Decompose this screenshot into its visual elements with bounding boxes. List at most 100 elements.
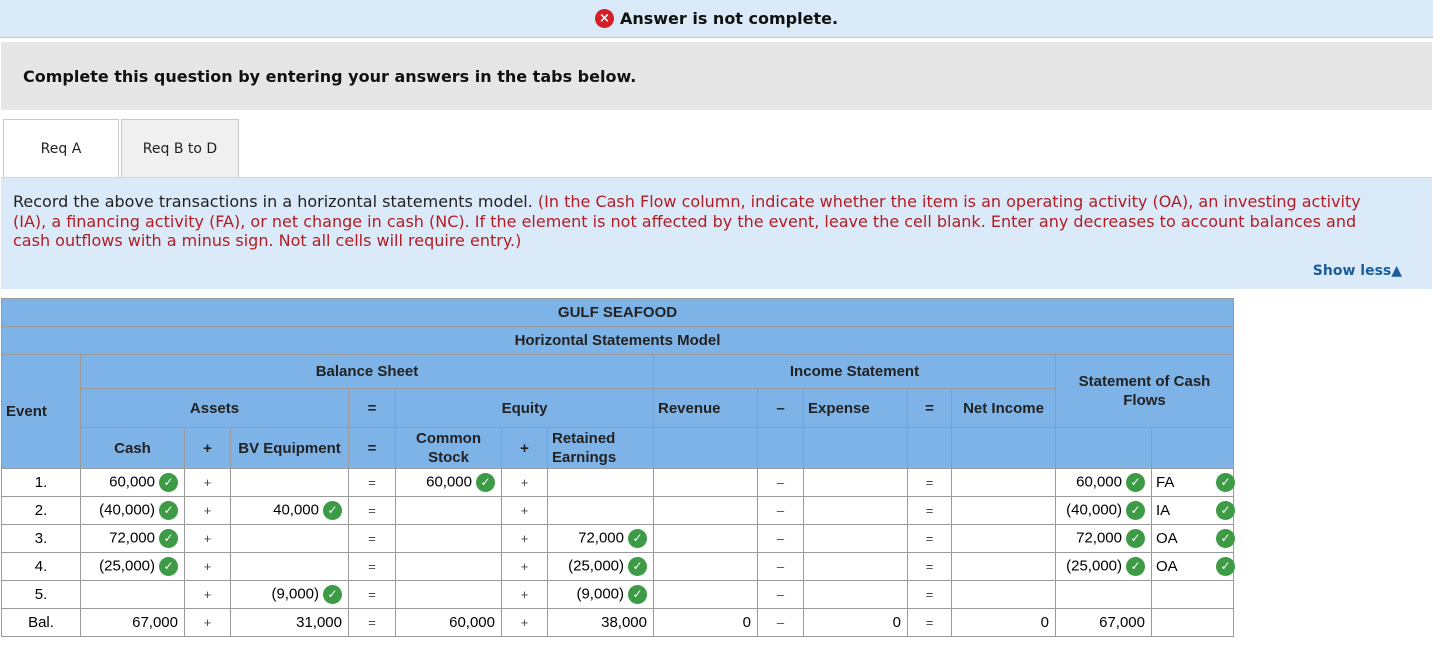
event-label-value: Bal. xyxy=(28,614,54,631)
equals-sign: = xyxy=(907,552,952,581)
event-label-value: 4. xyxy=(34,558,48,575)
minus-sign-value: – xyxy=(776,587,785,602)
net-income-input[interactable] xyxy=(951,580,1056,609)
net-income-input[interactable]: 0 xyxy=(951,608,1056,637)
bv-equipment-input[interactable] xyxy=(230,468,349,497)
common-stock-input[interactable]: 60,000 xyxy=(395,608,502,637)
row-correct-check-icon: ✓ xyxy=(1216,557,1235,576)
cash-flow-activity-select[interactable] xyxy=(1151,580,1234,609)
show-less-link[interactable]: Show less▲ xyxy=(1313,262,1402,282)
correct-check-icon: ✓ xyxy=(159,473,178,492)
event-label-value: 5. xyxy=(34,586,48,603)
net-income-input[interactable] xyxy=(951,468,1056,497)
common-stock-input[interactable] xyxy=(395,496,502,525)
instruction-text: Complete this question by entering your … xyxy=(23,66,637,86)
cash-flow-activity-select[interactable] xyxy=(1151,608,1234,637)
cash-flow-activity-select-value: OA xyxy=(1156,530,1178,547)
correct-check-icon: ✓ xyxy=(1126,501,1145,520)
cash-flow-activity-select[interactable]: OA ✓ xyxy=(1151,552,1235,581)
cash-input[interactable]: (25,000) ✓ xyxy=(80,552,185,581)
event-header: Event xyxy=(1,354,81,469)
cash-flow-activity-select-value: OA xyxy=(1156,558,1178,575)
cash-input[interactable]: 60,000 ✓ xyxy=(80,468,185,497)
cash-flow-amount-input-value: (40,000) xyxy=(1066,501,1122,519)
revenue-input[interactable]: 0 xyxy=(653,608,758,637)
cash-flow-activity-select[interactable]: FA ✓ xyxy=(1151,468,1235,497)
minus-sign: – xyxy=(757,468,804,497)
expense-input[interactable]: 0 xyxy=(803,608,908,637)
revenue-input[interactable] xyxy=(653,580,758,609)
expense-input[interactable] xyxy=(803,468,908,497)
cash-flow-amount-input[interactable] xyxy=(1055,580,1152,609)
equals-sign: = xyxy=(348,552,396,581)
net-income-input[interactable] xyxy=(951,552,1056,581)
bv-equipment-input[interactable] xyxy=(230,552,349,581)
cash-header: Cash xyxy=(80,427,185,469)
expense-input[interactable] xyxy=(803,552,908,581)
common-stock-input[interactable] xyxy=(395,524,502,553)
retained-earnings-input[interactable]: (9,000) ✓ xyxy=(547,580,654,609)
cash-flow-activity-select[interactable]: OA ✓ xyxy=(1151,524,1235,553)
instruction-bar: Complete this question by entering your … xyxy=(1,42,1432,110)
retained-earnings-input[interactable]: 72,000 ✓ xyxy=(547,524,654,553)
revenue-input[interactable] xyxy=(653,552,758,581)
table-row: Bal. 67,000 +31,000 = 60,000 +38,000 0 – 0 = 0 67,0… xyxy=(1,608,1236,637)
revenue-input[interactable] xyxy=(653,496,758,525)
equity-header: Equity xyxy=(395,388,654,428)
bv-equipment-input[interactable]: 40,000 ✓ xyxy=(230,496,349,525)
equals-sign-value: = xyxy=(368,615,376,630)
tab-req-a[interactable]: Req A xyxy=(3,119,119,177)
correct-check-icon: ✓ xyxy=(628,557,647,576)
cash-flow-amount-input-value: 60,000 xyxy=(1076,473,1122,491)
retained-earnings-input[interactable]: 38,000 xyxy=(547,608,654,637)
common-stock-input-value: 60,000 xyxy=(449,614,495,631)
bv-equipment-input[interactable]: 31,000 xyxy=(230,608,349,637)
cash-flow-amount-input-value: 72,000 xyxy=(1076,529,1122,547)
expense-input[interactable] xyxy=(803,524,908,553)
retained-earnings-input-value: 72,000 xyxy=(578,529,624,547)
plus-sign: + xyxy=(184,580,231,609)
cash-flow-amount-input-value: (25,000) xyxy=(1066,557,1122,575)
equals-sign-value: = xyxy=(925,615,934,630)
cash-flow-amount-input[interactable]: 60,000 ✓ xyxy=(1055,468,1152,497)
tab-req-b-to-d[interactable]: Req B to D xyxy=(121,119,239,177)
retained-earnings-header: Retained Earnings xyxy=(547,427,654,469)
expense-input[interactable] xyxy=(803,496,908,525)
company-name: GULF SEAFOOD xyxy=(1,298,1234,327)
plus-sign-value: + xyxy=(520,587,529,602)
event-label: 5. xyxy=(1,580,81,609)
cash-input[interactable]: (40,000) ✓ xyxy=(80,496,185,525)
retained-earnings-input[interactable]: (25,000) ✓ xyxy=(547,552,654,581)
revenue-input[interactable] xyxy=(653,524,758,553)
cash-input[interactable]: 72,000 ✓ xyxy=(80,524,185,553)
equals-sign: = xyxy=(348,580,396,609)
common-stock-input[interactable]: 60,000 ✓ xyxy=(395,468,502,497)
plus-sign: + xyxy=(184,524,231,553)
plus-sign-value: + xyxy=(203,531,212,546)
net-income-input[interactable] xyxy=(951,496,1056,525)
cash-input[interactable]: 67,000 xyxy=(80,608,185,637)
cash-input[interactable] xyxy=(80,580,185,609)
net-income-input[interactable] xyxy=(951,524,1056,553)
cash-flow-activity-select[interactable]: IA ✓ xyxy=(1151,496,1235,525)
correct-check-icon: ✓ xyxy=(323,501,342,520)
retained-earnings-input[interactable] xyxy=(547,468,654,497)
event-label: Bal. xyxy=(1,608,81,637)
cash-flow-amount-input[interactable]: (40,000) ✓ xyxy=(1055,496,1152,525)
cash-flow-amount-input[interactable]: (25,000) ✓ xyxy=(1055,552,1152,581)
retained-earnings-input[interactable] xyxy=(547,496,654,525)
requirement-lead: Record the above transactions in a horiz… xyxy=(13,192,533,211)
bv-equipment-input[interactable] xyxy=(230,524,349,553)
cash-flow-amount-input[interactable]: 72,000 ✓ xyxy=(1055,524,1152,553)
cash-flow-activity-select-value: IA xyxy=(1156,502,1171,519)
common-stock-input[interactable] xyxy=(395,552,502,581)
cash-input-value: 60,000 xyxy=(109,473,155,491)
table-row: 4. (25,000) ✓ + = + (25,000) ✓ – = (25,000) ✓ OA ✓ xyxy=(1,552,1236,581)
common-stock-input[interactable] xyxy=(395,580,502,609)
revenue-input[interactable] xyxy=(653,468,758,497)
cash-flow-amount-input[interactable]: 67,000 xyxy=(1055,608,1152,637)
bv-equipment-input[interactable]: (9,000) ✓ xyxy=(230,580,349,609)
event-label: 4. xyxy=(1,552,81,581)
expense-input[interactable] xyxy=(803,580,908,609)
equals-sign-value: = xyxy=(368,559,376,574)
